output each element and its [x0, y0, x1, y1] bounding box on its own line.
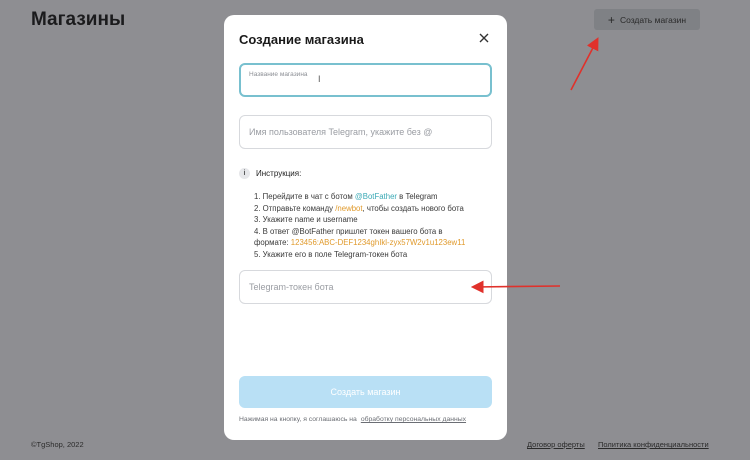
newbot-command: /newbot — [335, 203, 363, 213]
close-icon[interactable] — [477, 31, 491, 45]
telegram-username-field[interactable]: Имя пользователя Telegram, укажите без @ — [239, 115, 492, 149]
modal-title: Создание магазина — [239, 32, 364, 47]
step-2: 2. Отправьте команду /newbot, чтобы созд… — [254, 203, 465, 215]
consent-text: Нажимая на кнопку, я соглашаюсь на — [239, 416, 357, 423]
submit-create-shop-button[interactable]: Создать магазин — [239, 376, 492, 408]
telegram-username-placeholder: Имя пользователя Telegram, укажите без @ — [249, 127, 433, 137]
create-shop-button-label: Создать магазин — [619, 14, 687, 25]
text-cursor-icon: I — [318, 74, 321, 84]
step-4: 4. В ответ @BotFather пришлет токен ваше… — [254, 226, 443, 236]
step-2-text-end: , чтобы создать нового бота — [362, 203, 464, 213]
telegram-token-placeholder: Telegram-токен бота — [249, 282, 334, 292]
step-2-text: 2. Отправьте команду — [254, 203, 336, 213]
step-5: 5. Укажите его в поле Telegram-токен бот… — [254, 249, 408, 259]
create-shop-modal: Создание магазина Название магазина I Им… — [224, 15, 507, 440]
offer-link[interactable]: Договор оферты — [527, 440, 585, 449]
step-4-format: формате: 123456:ABC-DEF1234ghIkl-zyx57W2… — [254, 237, 465, 249]
personal-data-link[interactable]: обработку персональных данных — [361, 416, 466, 423]
plus-icon: + — [607, 12, 615, 27]
botfather-link[interactable]: @BotFather — [355, 192, 397, 201]
info-icon: i — [239, 168, 250, 179]
instruction-title: Инструкция: — [256, 169, 302, 178]
privacy-policy-link[interactable]: Политика конфиденциальности — [598, 440, 709, 449]
step-4-format-text: формате: — [254, 238, 291, 247]
token-example: 123456:ABC-DEF1234ghIkl-zyx57W2v1u123ew1… — [290, 238, 466, 247]
page-title: Магазины — [31, 9, 126, 30]
telegram-token-field[interactable]: Telegram-токен бота — [239, 270, 492, 304]
shop-name-field[interactable]: Название магазина I — [239, 63, 492, 97]
arrow-to-create-button — [570, 37, 599, 91]
consent-note: Нажимая на кнопку, я соглашаюсь на обрабо… — [239, 416, 466, 423]
create-shop-button[interactable]: + Создать магазин — [594, 9, 700, 30]
step-1: 1. Перейдите в чат с ботом @BotFather в … — [254, 191, 465, 203]
step-1-text-end: в Telegram — [397, 192, 438, 201]
step-3: 3. Укажите name и username — [254, 215, 358, 224]
shop-name-label: Название магазина — [249, 71, 308, 78]
instruction-header: i Инструкция: — [239, 168, 301, 179]
instruction-steps: 1. Перейдите в чат с ботом @BotFather в … — [254, 191, 465, 260]
footer-copyright: ©TgShop, 2022 — [31, 440, 84, 449]
step-1-text: 1. Перейдите в чат с ботом — [254, 192, 355, 201]
